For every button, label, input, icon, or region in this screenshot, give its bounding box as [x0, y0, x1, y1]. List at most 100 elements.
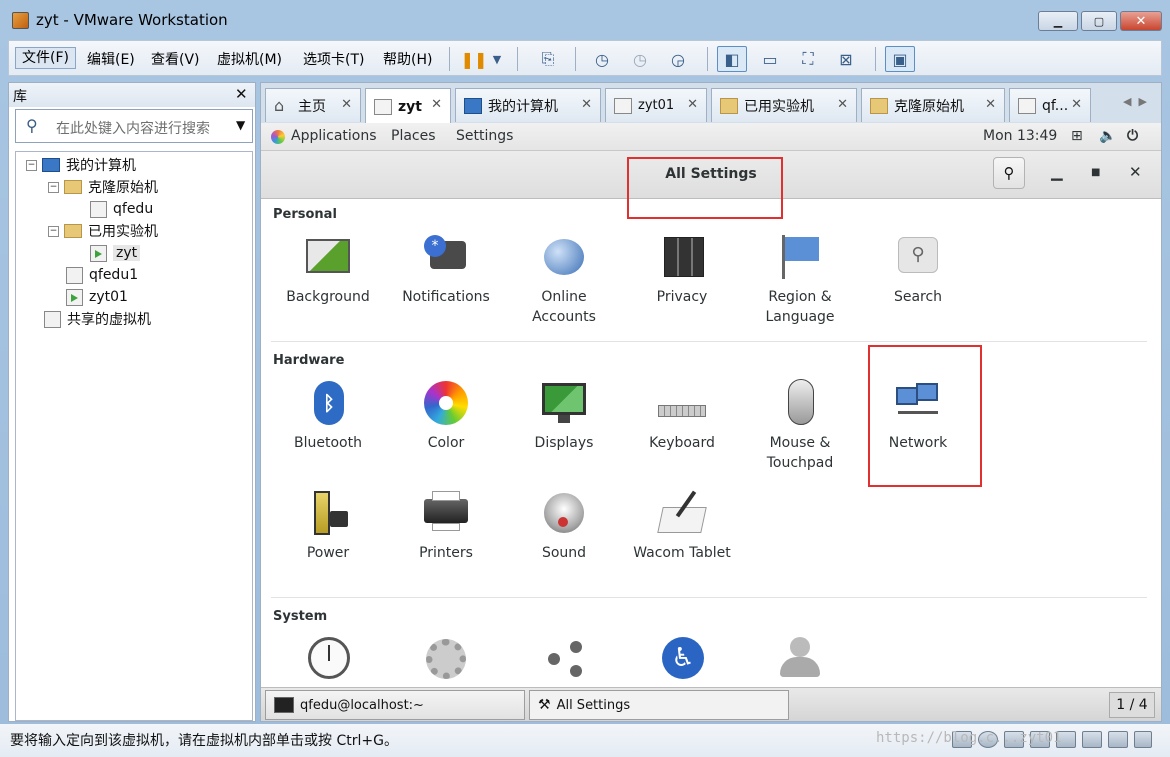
close-icon[interactable]: ✕ — [985, 97, 996, 112]
settings-search-button[interactable]: ⚲ — [993, 157, 1025, 189]
close-icon[interactable]: ✕ — [581, 97, 592, 112]
message-icon[interactable] — [1134, 731, 1152, 748]
chevron-down-icon[interactable]: ▼ — [236, 118, 245, 132]
menu-file[interactable]: 文件(F) — [15, 47, 76, 69]
setting-keyboard[interactable]: Keyboard — [627, 379, 737, 453]
setting-displays[interactable]: Displays — [509, 379, 619, 453]
setting-search[interactable]: ⚲ Search — [863, 233, 973, 307]
send-keys-icon[interactable]: ⎘ — [533, 46, 563, 72]
library-search-input[interactable]: ⚲ 在此处键入内容进行搜索 ▼ — [15, 109, 253, 143]
highlight-box-network — [868, 345, 982, 487]
snapshot-icon[interactable]: ◷ — [587, 46, 617, 72]
setting-bluetooth[interactable]: ᛒ Bluetooth — [273, 379, 383, 453]
tree-item-shared[interactable]: 共享的虚拟机 — [44, 308, 151, 330]
setting-background[interactable]: Background — [273, 233, 383, 307]
close-button[interactable]: ✕ — [1120, 11, 1162, 31]
settings-maximize-button[interactable]: ■ — [1091, 167, 1100, 178]
tree-item-qfedu1[interactable]: qfedu1 — [66, 264, 138, 286]
tab-scroll-arrows[interactable]: ◀ ▶ — [1123, 95, 1147, 108]
task-all-settings[interactable]: ⚒ All Settings — [529, 690, 789, 720]
clock-icon — [304, 635, 352, 683]
setting-power[interactable]: Power — [273, 489, 383, 563]
close-icon[interactable]: ✕ — [1071, 97, 1082, 112]
console-view-icon[interactable]: ▭ — [755, 46, 785, 72]
setting-label: Bluetooth — [294, 435, 362, 451]
menu-edit[interactable]: 编辑(E) — [87, 49, 135, 69]
snapshot-manager-icon[interactable]: ◶ — [663, 46, 693, 72]
menu-tabs[interactable]: 选项卡(T) — [303, 49, 364, 69]
tab-used-folder[interactable]: 已用实验机 ✕ — [711, 88, 857, 122]
menu-help[interactable]: 帮助(H) — [383, 49, 432, 69]
maximize-button[interactable]: ▢ — [1081, 11, 1117, 31]
thumbnail-view-icon[interactable]: ▣ — [885, 46, 915, 72]
revert-snapshot-icon[interactable]: ◷ — [625, 46, 655, 72]
collapse-icon[interactable]: − — [26, 159, 37, 171]
close-icon[interactable]: ✕ — [341, 97, 352, 112]
tree-label: zyt01 — [89, 289, 128, 305]
minimize-button[interactable]: ▁ — [1038, 11, 1078, 31]
close-icon[interactable]: ✕ — [431, 97, 442, 112]
tree-item-zyt[interactable]: zyt — [90, 242, 141, 264]
title-bar: zyt - VMware Workstation ▁ ▢ ✕ — [0, 0, 1170, 40]
setting-region-language[interactable]: Region & Language — [745, 233, 855, 327]
window-title: zyt - VMware Workstation — [36, 11, 228, 29]
tab-home[interactable]: ⌂ 主页 ✕ — [265, 88, 361, 122]
setting-online-accounts[interactable]: Online Accounts — [509, 233, 619, 327]
printer-icon — [422, 489, 470, 537]
setting-mouse-touchpad[interactable]: Mouse & Touchpad — [745, 379, 855, 473]
menu-places[interactable]: Places — [391, 128, 436, 144]
collapse-icon[interactable]: − — [48, 181, 59, 193]
tree-item-zyt01[interactable]: zyt01 — [66, 286, 128, 308]
setting-printers[interactable]: Printers — [391, 489, 501, 563]
close-icon[interactable]: ✕ — [687, 97, 698, 112]
unity-icon[interactable]: ⊠ — [831, 46, 861, 72]
settings-minimize-button[interactable]: ▁ — [1051, 163, 1063, 181]
library-close-icon[interactable]: ✕ — [235, 85, 248, 103]
menu-vm[interactable]: 虚拟机(M) — [217, 49, 282, 69]
pause-icon[interactable]: ❚❚ — [459, 46, 489, 72]
tree-label: 我的计算机 — [66, 158, 136, 174]
setting-date-time[interactable] — [273, 635, 383, 683]
workspace-pager[interactable]: 1 / 4 — [1109, 692, 1155, 718]
volume-icon[interactable]: 🔈 — [1099, 128, 1116, 144]
tree-item-qfedu[interactable]: qfedu — [90, 198, 153, 220]
menu-view[interactable]: 查看(V) — [151, 49, 200, 69]
section-divider — [271, 341, 1147, 342]
setting-users[interactable] — [745, 635, 855, 683]
display-device-icon[interactable] — [1108, 731, 1128, 748]
clock[interactable]: Mon 13:49 — [983, 128, 1057, 144]
tree-item-used-folder[interactable]: − 已用实验机 — [48, 220, 158, 242]
tree-item-my-computer[interactable]: − 我的计算机 — [26, 154, 136, 176]
setting-color[interactable]: Color — [391, 379, 501, 453]
tab-label: qf... — [1042, 97, 1069, 114]
power-icon[interactable]: ⏻ — [1127, 128, 1138, 144]
setting-wacom-tablet[interactable]: Wacom Tablet — [627, 489, 737, 563]
library-view-icon[interactable]: ◧ — [717, 46, 747, 72]
setting-universal-access[interactable]: ♿ — [627, 635, 737, 683]
printer-device-icon[interactable] — [1082, 731, 1102, 748]
network-tray-icon[interactable]: ⊞ — [1071, 128, 1083, 144]
setting-label: Region & Language — [765, 289, 835, 325]
tab-clone-folder[interactable]: 克隆原始机 ✕ — [861, 88, 1005, 122]
tab-qf[interactable]: qf... ✕ — [1009, 88, 1091, 122]
close-icon[interactable]: ✕ — [837, 97, 848, 112]
setting-notifications[interactable]: * Notifications — [391, 233, 501, 307]
settings-close-button[interactable]: ✕ — [1129, 163, 1142, 181]
menu-applications[interactable]: Applications — [291, 128, 377, 144]
menu-settings[interactable]: Settings — [456, 128, 513, 144]
setting-sound[interactable]: Sound — [509, 489, 619, 563]
tab-my-computer[interactable]: 我的计算机 ✕ — [455, 88, 601, 122]
setting-privacy[interactable]: Privacy — [627, 233, 737, 307]
display-icon — [540, 379, 588, 427]
task-terminal[interactable]: qfedu@localhost:~ — [265, 690, 525, 720]
library-panel: 库 ✕ ⚲ 在此处键入内容进行搜索 ▼ − 我的计算机 − 克隆原始机 qfed… — [8, 82, 256, 722]
setting-details[interactable] — [391, 635, 501, 683]
setting-sharing[interactable] — [509, 635, 619, 683]
tab-zyt[interactable]: zyt ✕ — [365, 88, 451, 124]
fullscreen-icon[interactable]: ⛶ — [793, 46, 823, 72]
tab-zyt01[interactable]: zyt01 ✕ — [605, 88, 707, 122]
tree-item-clone-folder[interactable]: − 克隆原始机 — [48, 176, 158, 198]
collapse-icon[interactable]: − — [48, 225, 59, 237]
chevron-down-icon[interactable]: ▼ — [487, 46, 507, 72]
guest-screen[interactable]: Applications Places Settings Mon 13:49 ⊞… — [261, 123, 1161, 687]
